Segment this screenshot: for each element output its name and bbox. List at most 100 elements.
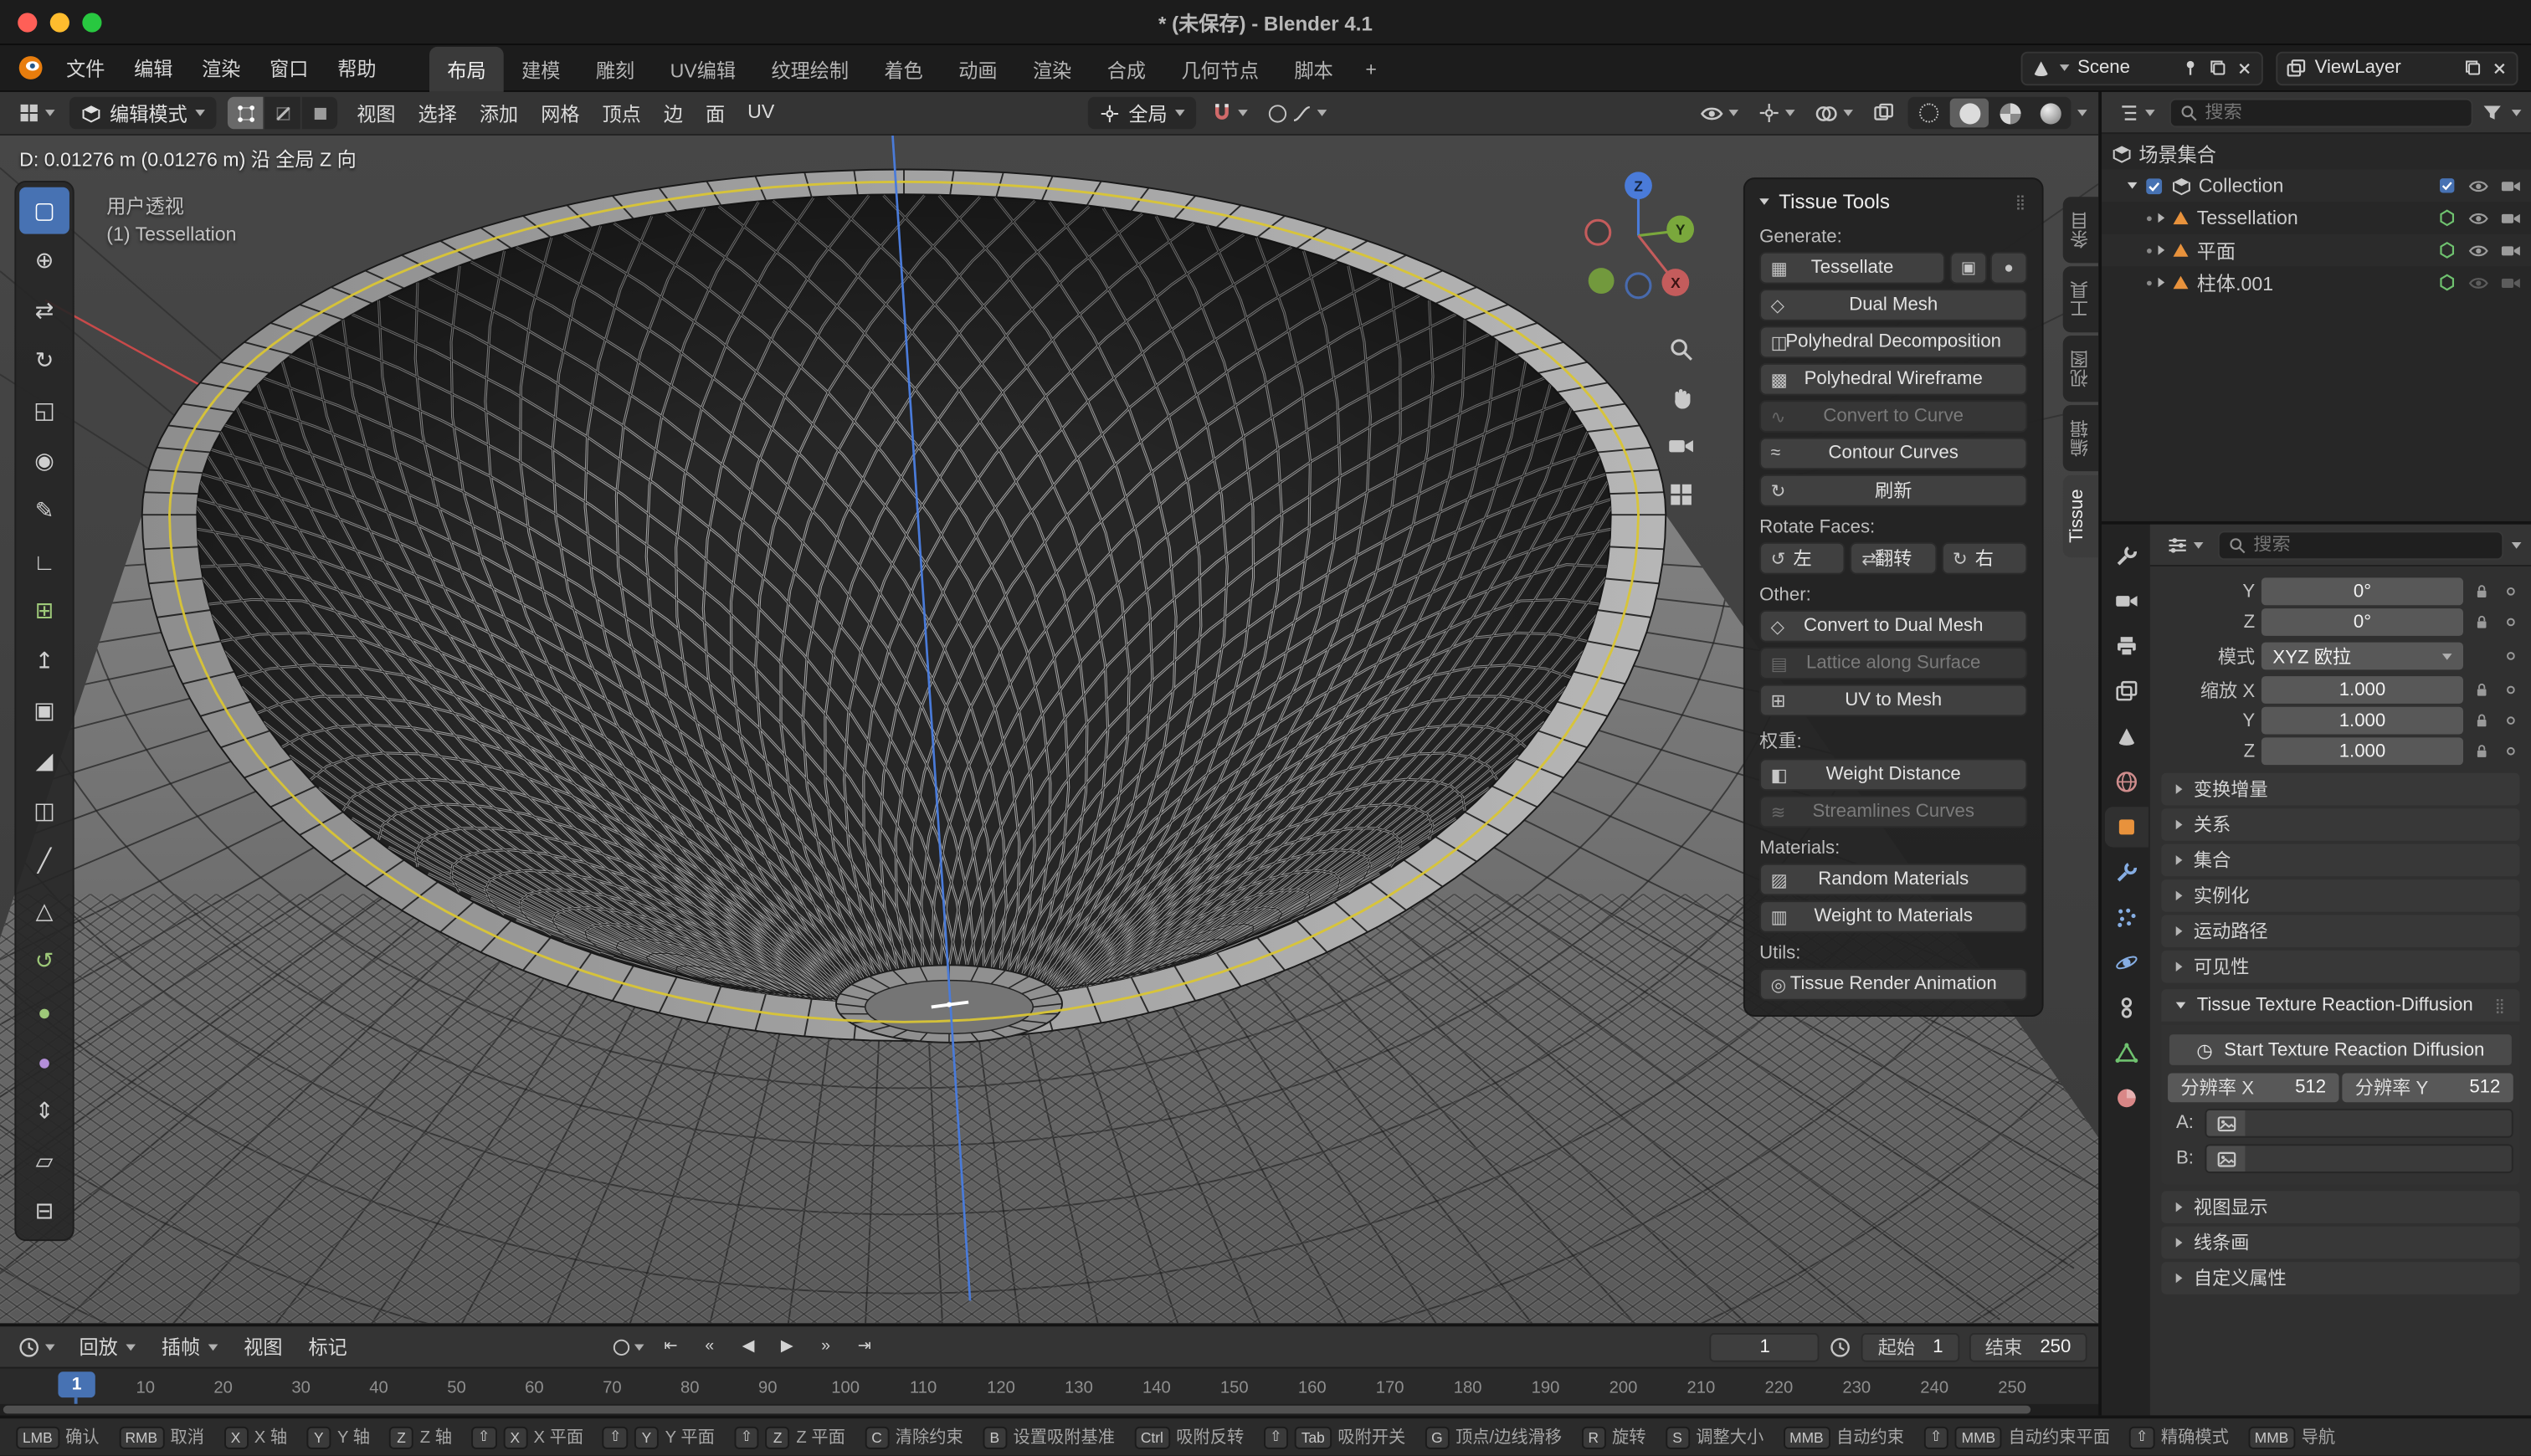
chevron-down-icon[interactable]: [2077, 110, 2087, 116]
workspace-tab[interactable]: 纹理绘制: [753, 46, 866, 91]
workspace-tab[interactable]: 着色: [866, 46, 941, 91]
collapsed-panel[interactable]: 自定义属性: [2161, 1262, 2519, 1295]
tissue-button[interactable]: ▨ Random Materials: [1759, 864, 2027, 896]
tissue-button[interactable]: ◫ Polyhedral Decomposition: [1759, 326, 2027, 359]
zoom-icon[interactable]: [1667, 336, 1695, 363]
collapsed-panel[interactable]: 实例化: [2161, 879, 2519, 912]
tissue-button[interactable]: ↻ 刷新: [1759, 474, 2027, 507]
tool-button[interactable]: ●: [19, 1038, 69, 1084]
sidebar-tab[interactable]: 编辑: [2063, 405, 2098, 471]
scene-collection-row[interactable]: 场景集合: [2102, 137, 2531, 170]
collapsed-panel[interactable]: 运动路径: [2161, 915, 2519, 947]
shading-rendered-button[interactable]: [2030, 99, 2069, 128]
sidebar-tab[interactable]: Tissue: [2063, 474, 2098, 557]
tab-physics[interactable]: [2104, 942, 2148, 982]
orientation-dropdown[interactable]: 全局: [1088, 97, 1196, 130]
collection-row[interactable]: Collection: [2102, 169, 2531, 202]
eye-icon[interactable]: [2468, 272, 2489, 293]
close-icon[interactable]: [2491, 59, 2508, 76]
shading-material-button[interactable]: [1990, 99, 2029, 128]
snap-dropdown[interactable]: [1204, 97, 1255, 130]
tool-button[interactable]: ↥: [19, 638, 69, 684]
playhead[interactable]: 1: [58, 1371, 95, 1397]
tool-button[interactable]: ✎: [19, 487, 69, 534]
tissue-button[interactable]: ◇ Convert to Dual Mesh: [1759, 610, 2027, 643]
frame-end-field[interactable]: 结束250: [1969, 1332, 2087, 1361]
navigation-gizmo[interactable]: Z Y X: [1564, 161, 1712, 315]
shading-wireframe-button[interactable]: [1909, 99, 1948, 128]
tab-scene[interactable]: [2104, 716, 2148, 756]
resolution-y-field[interactable]: 分辨率 Y 512: [2342, 1073, 2513, 1102]
camera-view-icon[interactable]: [1667, 433, 1695, 460]
object-row[interactable]: 平面: [2102, 234, 2531, 267]
animate-decorator-icon[interactable]: [2506, 686, 2514, 695]
tab-material[interactable]: [2104, 1078, 2148, 1118]
minimize-window-button[interactable]: [50, 12, 69, 31]
tool-button[interactable]: △: [19, 888, 69, 935]
checkbox-icon[interactable]: [2437, 176, 2457, 195]
lock-icon[interactable]: [2473, 613, 2491, 631]
viewlayer-selector[interactable]: ViewLayer: [2276, 51, 2518, 85]
lock-icon[interactable]: [2473, 582, 2491, 600]
workspace-tab[interactable]: 渲染: [1015, 46, 1090, 91]
viewport-menu[interactable]: 视图: [346, 93, 407, 133]
frame-start-field[interactable]: 起始1: [1861, 1332, 1959, 1361]
lock-icon[interactable]: [2473, 711, 2491, 729]
object-row[interactable]: Tessellation: [2102, 202, 2531, 234]
collapsed-panel[interactable]: 可见性: [2161, 951, 2519, 983]
viewport-menu[interactable]: 网格: [530, 93, 591, 133]
tab-world[interactable]: [2104, 761, 2148, 802]
animate-decorator-icon[interactable]: [2506, 587, 2514, 596]
tab-object[interactable]: [2104, 807, 2148, 847]
menubar-menu[interactable]: 帮助: [323, 48, 391, 88]
visibility-dropdown[interactable]: [1693, 97, 1745, 130]
tessellate-option-button[interactable]: ●: [1990, 252, 2027, 285]
transport-button[interactable]: ▶: [768, 1331, 805, 1362]
tessellate-option-button[interactable]: ▣: [1950, 252, 1987, 285]
pan-hand-icon[interactable]: [1667, 384, 1695, 412]
tissue-button[interactable]: ▤ Lattice along Surface: [1759, 647, 2027, 679]
close-window-button[interactable]: [18, 12, 37, 31]
tool-button[interactable]: ▢: [19, 187, 69, 234]
workspace-tab[interactable]: UV编辑: [652, 46, 753, 91]
animate-decorator-icon[interactable]: [2506, 747, 2514, 756]
timeline-menu[interactable]: 插帧: [148, 1326, 230, 1366]
chevron-down-icon[interactable]: [2512, 541, 2522, 548]
tool-button[interactable]: ⇄: [19, 287, 69, 334]
menubar-menu[interactable]: 文件: [52, 48, 120, 88]
outliner-search-input[interactable]: [2205, 102, 2463, 121]
blender-logo-icon[interactable]: [16, 54, 45, 83]
properties-editor-type-button[interactable]: [2159, 529, 2210, 561]
viewport-menu[interactable]: 面: [694, 93, 736, 133]
scale-value-field[interactable]: 1.000: [2261, 707, 2463, 735]
rotation-mode-dropdown[interactable]: XYZ 欧拉: [2261, 643, 2463, 670]
proportional-edit-button[interactable]: [1262, 97, 1333, 130]
outliner-search[interactable]: [2169, 98, 2473, 127]
transport-button[interactable]: ⇤: [652, 1331, 689, 1362]
add-workspace-button[interactable]: +: [1351, 48, 1391, 88]
tissue-button[interactable]: ◎ Tissue Render Animation: [1759, 968, 2027, 1001]
tab-tool[interactable]: [2104, 536, 2148, 576]
collapse-icon[interactable]: [1759, 198, 1769, 205]
editor-type-button[interactable]: [11, 97, 61, 130]
tab-object-data[interactable]: [2104, 1033, 2148, 1073]
tool-button[interactable]: ╱: [19, 838, 69, 884]
workspace-tab[interactable]: 雕刻: [578, 46, 653, 91]
resolution-x-field[interactable]: 分辨率 X 512: [2168, 1073, 2338, 1102]
ortho-grid-icon[interactable]: [1667, 481, 1695, 509]
scrollbar-thumb[interactable]: [3, 1407, 2030, 1415]
workspace-tab[interactable]: 动画: [941, 46, 1015, 91]
tissue-button[interactable]: ▩ Polyhedral Wireframe: [1759, 363, 2027, 396]
viewport-menu[interactable]: 选择: [407, 93, 468, 133]
tool-button[interactable]: ↻: [19, 337, 69, 384]
filter-funnel-icon[interactable]: [2481, 101, 2503, 124]
current-frame-field[interactable]: 1: [1710, 1332, 1820, 1361]
menubar-menu[interactable]: 窗口: [255, 48, 323, 88]
tool-button[interactable]: ⊞: [19, 587, 69, 634]
properties-search-input[interactable]: [2253, 535, 2493, 554]
eye-icon[interactable]: [2468, 175, 2489, 196]
tab-viewlayer[interactable]: [2104, 671, 2148, 711]
expand-icon[interactable]: [2158, 245, 2164, 255]
tool-button[interactable]: ◉: [19, 438, 69, 484]
tool-button[interactable]: ∟: [19, 537, 69, 584]
